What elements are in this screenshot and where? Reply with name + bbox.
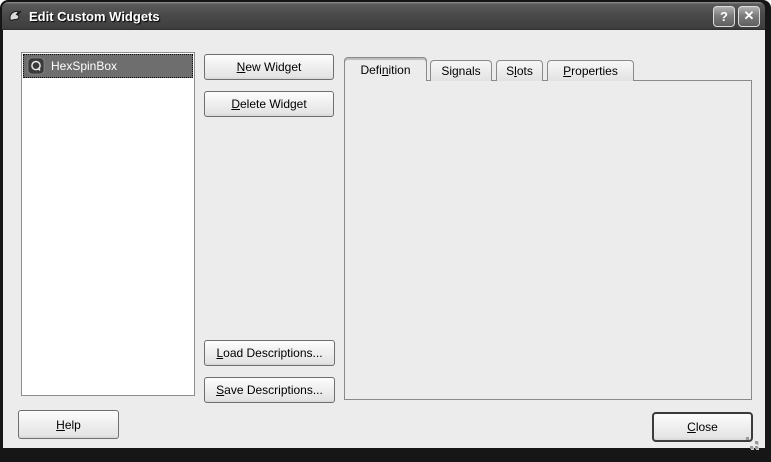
new-widget-button[interactable]: New Widget <box>204 54 334 80</box>
qt-widget-icon <box>27 57 45 75</box>
close-titlebar-button[interactable]: ✕ <box>738 6 760 27</box>
list-item-label: HexSpinBox <box>51 59 117 73</box>
save-descriptions-button[interactable]: Save Descriptions... <box>204 377 335 403</box>
close-button[interactable]: Close <box>652 412 753 442</box>
delete-widget-button[interactable]: Delete Widget <box>204 91 334 117</box>
custom-widget-list[interactable]: HexSpinBox <box>21 52 195 396</box>
tab-properties[interactable]: Properties <box>547 60 634 81</box>
list-item-hexspinbox[interactable]: HexSpinBox <box>23 54 193 78</box>
tab-panel-frame <box>344 80 752 400</box>
resize-grip[interactable] <box>745 436 759 450</box>
tab-signals[interactable]: Signals <box>430 60 492 81</box>
help-button[interactable]: Help <box>18 410 119 439</box>
close-icon: ✕ <box>744 8 755 24</box>
help-titlebar-button[interactable]: ? <box>713 6 735 27</box>
window-title: Edit Custom Widgets <box>29 9 160 24</box>
edit-custom-widgets-dialog: Edit Custom Widgets ? ✕ HexSpinBox New W… <box>0 0 771 462</box>
tab-slots[interactable]: Slots <box>496 60 543 81</box>
tab-definition[interactable]: Definition <box>344 57 427 81</box>
question-icon: ? <box>720 9 728 24</box>
app-icon <box>7 8 23 24</box>
titlebar[interactable]: Edit Custom Widgets ? ✕ <box>2 2 765 30</box>
load-descriptions-button[interactable]: Load Descriptions... <box>204 340 335 366</box>
